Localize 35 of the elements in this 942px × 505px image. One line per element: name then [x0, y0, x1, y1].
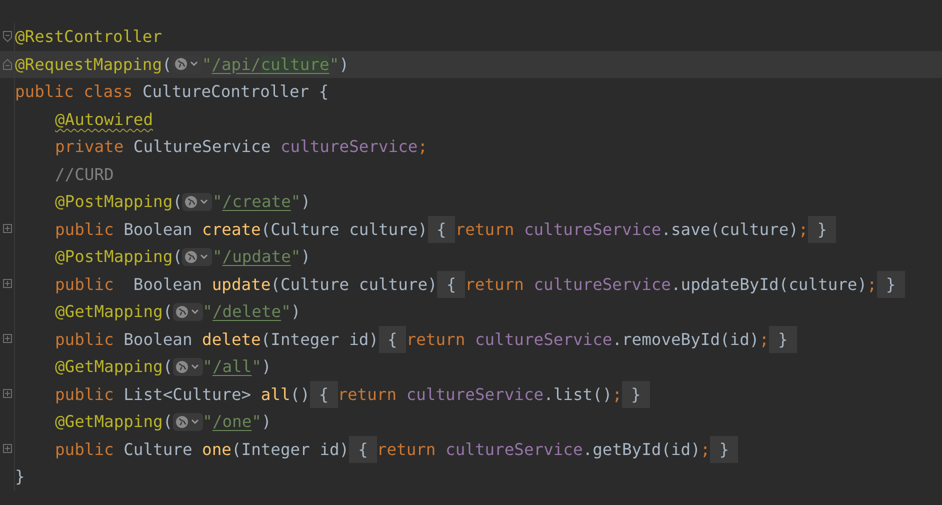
globe-dropdown-icon[interactable] [172, 412, 203, 431]
code-text: @GetMapping( [55, 302, 173, 322]
fold-end-icon[interactable] [2, 58, 12, 71]
code-line: } [15, 466, 25, 488]
code-line: @Autowired [54, 108, 154, 131]
code-text: "/create") [212, 192, 311, 212]
code-line: public List<Culture> all() { return cultureService.list(); } [15, 380, 650, 408]
globe-dropdown-icon[interactable] [172, 302, 203, 321]
expand-icon[interactable] [2, 388, 12, 401]
code-text: "/delete") [202, 302, 301, 322]
code-line: private CultureService cultureService; [54, 136, 428, 158]
code-line: public Boolean delete(Integer id) { return cultureService.removeById(id); } [15, 326, 797, 353]
code-line: @RestController [15, 26, 162, 48]
code-text: @PostMapping( [55, 247, 182, 266]
code-text: "/update") [212, 247, 311, 266]
code-line: public Culture one(Integer id) { return cultureService.getById(id); } [15, 436, 738, 463]
code-line: //CURD [54, 164, 114, 186]
globe-dropdown-icon[interactable] [182, 192, 212, 211]
code-text: @PostMapping( [55, 192, 182, 212]
expand-icon[interactable] [2, 332, 12, 346]
code-text: @GetMapping( [55, 412, 173, 432]
fold-icon[interactable] [2, 30, 12, 44]
code-line: public Boolean update(Culture culture) { return cultureService.updateById(culture); } [15, 270, 905, 298]
code-text: "/api/culture") [202, 54, 349, 74]
code-text: "/all") [202, 357, 272, 376]
code-text: "/one") [202, 412, 272, 432]
globe-dropdown-icon[interactable] [182, 248, 212, 266]
expand-icon[interactable] [2, 278, 12, 291]
code-line: public Boolean create(Culture culture) { return cultureService.save(culture); } [15, 216, 836, 243]
expand-icon[interactable] [2, 222, 12, 236]
code-text: @GetMapping( [55, 357, 173, 376]
code-text: @RequestMapping( [15, 54, 172, 74]
expand-icon[interactable] [2, 442, 12, 456]
code-line: public class CultureController { [15, 81, 329, 104]
globe-dropdown-icon[interactable] [172, 358, 203, 376]
